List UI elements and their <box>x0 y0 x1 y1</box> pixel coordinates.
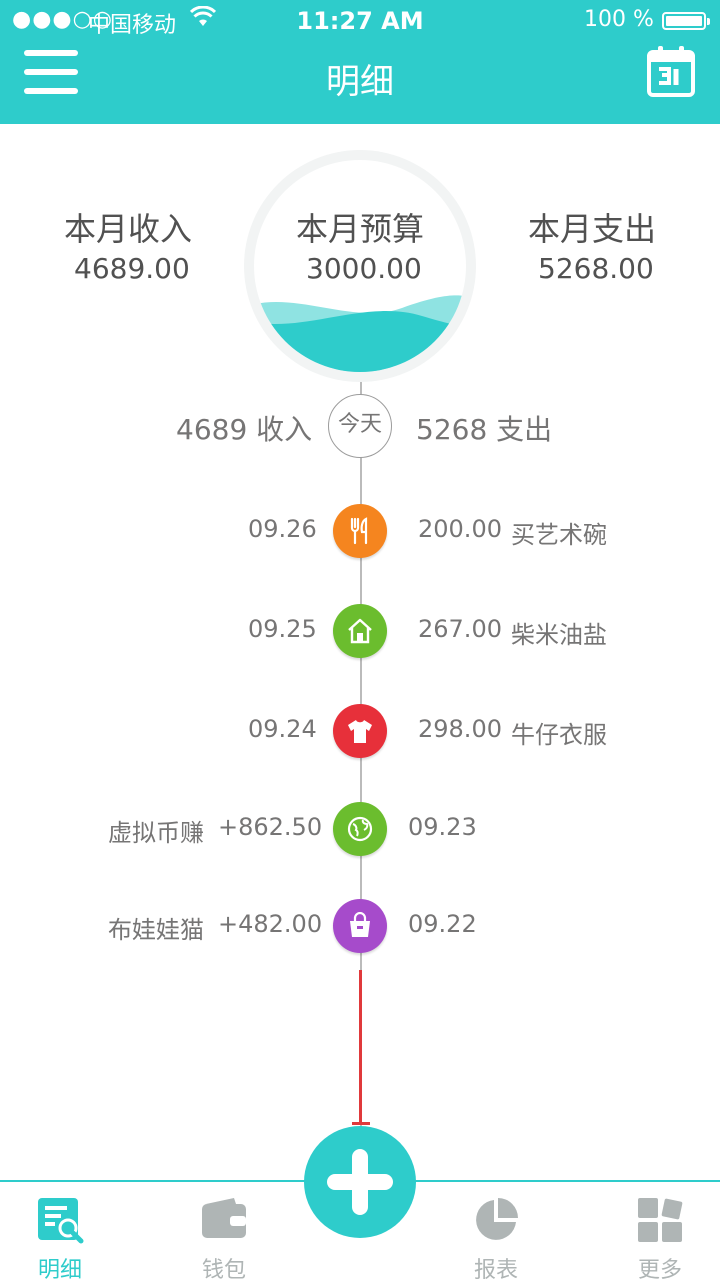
today-expense-label: 支出 <box>496 413 553 446</box>
entry-amount: 267.00 <box>418 615 502 643</box>
tab-more[interactable]: 更多 <box>610 1196 710 1283</box>
budget-value: 3000.00 <box>306 252 422 285</box>
wallet-icon <box>202 1198 246 1238</box>
bag-icon[interactable] <box>333 899 387 953</box>
entry-amount: 298.00 <box>418 715 502 743</box>
pie-chart-icon <box>476 1198 518 1240</box>
tab-wallet-label: 钱包 <box>201 1258 246 1283</box>
tab-reports-label: 报表 <box>473 1258 518 1283</box>
grid-icon <box>638 1198 683 1242</box>
timeline-line-end <box>359 970 362 1125</box>
entry-date: 09.22 <box>408 910 477 938</box>
entry-note: 柴米油盐 <box>511 621 607 649</box>
utensils-icon[interactable] <box>333 504 387 558</box>
today-expense-value: 5268 <box>416 413 488 446</box>
expense-label: 本月支出 <box>528 210 657 248</box>
battery-percent: 100 % <box>584 7 654 32</box>
calendar-icon <box>647 46 695 97</box>
entry-note: 买艺术碗 <box>511 521 607 549</box>
entry-date: 09.25 <box>248 615 317 643</box>
expense-value: 5268.00 <box>538 252 654 285</box>
add-entry-button[interactable] <box>304 1126 416 1238</box>
income-value: 4689.00 <box>74 252 190 285</box>
calendar-button[interactable] <box>646 44 696 98</box>
today-income-value: 4689 <box>176 413 248 446</box>
status-bar: ●●●○○ 中国移动 11:27 AM 100 % <box>0 0 720 40</box>
entry-amount: +862.50 <box>218 813 323 841</box>
globe-icon[interactable] <box>333 802 387 856</box>
battery-icon <box>662 12 710 30</box>
tab-reports[interactable]: 报表 <box>446 1196 546 1283</box>
page-title: 明细 <box>326 62 394 102</box>
tab-wallet[interactable]: 钱包 <box>174 1196 274 1283</box>
entry-amount: 200.00 <box>418 515 502 543</box>
list-search-icon <box>38 1198 84 1244</box>
today-expense: 5268 支出 <box>416 408 552 448</box>
income-label: 本月收入 <box>64 210 193 248</box>
today-income: 4689 收入 <box>176 408 312 448</box>
shirt-icon[interactable] <box>333 704 387 758</box>
entry-date: 09.24 <box>248 715 317 743</box>
today-income-label: 收入 <box>256 413 313 446</box>
tab-more-label: 更多 <box>637 1258 682 1283</box>
timeline-end-cap <box>352 1122 370 1125</box>
entry-amount: +482.00 <box>218 910 323 938</box>
entry-note: 虚拟币赚 <box>108 819 204 847</box>
entry-date: 09.23 <box>408 813 477 841</box>
budget-label: 本月预算 <box>296 210 425 248</box>
tab-details[interactable]: 明细 <box>10 1196 110 1283</box>
entry-note: 布娃娃猫 <box>108 916 204 944</box>
house-icon[interactable] <box>333 604 387 658</box>
tab-details-label: 明细 <box>37 1258 82 1283</box>
entry-note: 牛仔衣服 <box>511 721 607 749</box>
entry-date: 09.26 <box>248 515 317 543</box>
today-marker[interactable]: 今天 <box>328 394 392 458</box>
